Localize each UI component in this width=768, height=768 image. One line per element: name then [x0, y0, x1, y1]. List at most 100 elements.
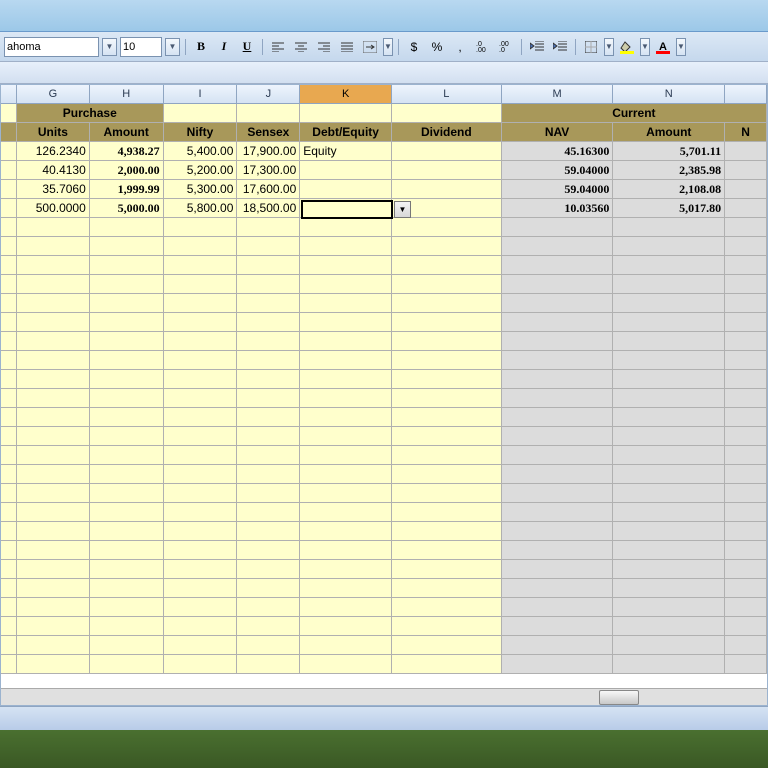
- cell[interactable]: [17, 560, 90, 579]
- cell[interactable]: [725, 389, 767, 408]
- cell[interactable]: [17, 484, 90, 503]
- cell[interactable]: [90, 465, 164, 484]
- cell[interactable]: [392, 427, 502, 446]
- cell[interactable]: [392, 256, 502, 275]
- cell[interactable]: [392, 617, 502, 636]
- decrease-decimal-button[interactable]: .00.0: [496, 37, 516, 57]
- cell[interactable]: [392, 351, 502, 370]
- cell[interactable]: [1, 218, 17, 237]
- cell[interactable]: [90, 579, 164, 598]
- fill-color-dropdown-icon[interactable]: ▼: [640, 38, 650, 56]
- cell[interactable]: [300, 522, 392, 541]
- cell[interactable]: [300, 161, 392, 180]
- cell[interactable]: [502, 598, 614, 617]
- cell[interactable]: [164, 560, 238, 579]
- cell[interactable]: 59.04000: [502, 161, 614, 180]
- cell[interactable]: [300, 332, 392, 351]
- cell[interactable]: [613, 256, 725, 275]
- cell[interactable]: [164, 465, 238, 484]
- justify-button[interactable]: [337, 37, 357, 57]
- cell[interactable]: 40.4130: [17, 161, 90, 180]
- cell[interactable]: [300, 560, 392, 579]
- cell[interactable]: [164, 313, 238, 332]
- cell[interactable]: 5,701.11: [613, 142, 725, 161]
- cell[interactable]: [725, 237, 767, 256]
- cell[interactable]: [613, 579, 725, 598]
- cell[interactable]: [392, 522, 502, 541]
- cell[interactable]: [1, 617, 17, 636]
- cell[interactable]: [300, 218, 392, 237]
- cell[interactable]: [392, 579, 502, 598]
- cell[interactable]: [300, 484, 392, 503]
- cell[interactable]: [392, 655, 502, 674]
- cell[interactable]: [300, 446, 392, 465]
- cell[interactable]: [300, 636, 392, 655]
- cell[interactable]: [613, 332, 725, 351]
- cell[interactable]: [164, 408, 238, 427]
- cell[interactable]: [1, 541, 17, 560]
- align-right-button[interactable]: [314, 37, 334, 57]
- column-header[interactable]: I: [164, 85, 238, 103]
- column-header[interactable]: H: [90, 85, 164, 103]
- borders-button[interactable]: [581, 37, 601, 57]
- cell[interactable]: [237, 636, 300, 655]
- cell[interactable]: [1, 427, 17, 446]
- cell[interactable]: [237, 427, 300, 446]
- cell[interactable]: [237, 332, 300, 351]
- cell[interactable]: 2,000.00: [90, 161, 164, 180]
- cell[interactable]: [392, 275, 502, 294]
- cell[interactable]: [17, 579, 90, 598]
- cell[interactable]: [1, 275, 17, 294]
- cell[interactable]: [725, 484, 767, 503]
- cell[interactable]: [300, 427, 392, 446]
- cell[interactable]: [90, 484, 164, 503]
- cell[interactable]: [725, 351, 767, 370]
- cell[interactable]: [300, 655, 392, 674]
- cell[interactable]: [17, 408, 90, 427]
- cell[interactable]: [613, 503, 725, 522]
- cell[interactable]: [300, 370, 392, 389]
- cell[interactable]: [392, 180, 502, 199]
- cell[interactable]: [90, 503, 164, 522]
- cell[interactable]: [1, 446, 17, 465]
- cell[interactable]: [17, 522, 90, 541]
- cell[interactable]: [90, 655, 164, 674]
- cell[interactable]: [164, 389, 238, 408]
- cell[interactable]: [90, 351, 164, 370]
- fill-color-button[interactable]: [617, 37, 637, 57]
- cell[interactable]: [725, 332, 767, 351]
- cell[interactable]: [90, 332, 164, 351]
- cell[interactable]: [17, 427, 90, 446]
- cell[interactable]: 5,800.00: [164, 199, 238, 218]
- currency-button[interactable]: $: [404, 37, 424, 57]
- cell[interactable]: Amount: [613, 123, 725, 142]
- font-size-dropdown-icon[interactable]: ▼: [165, 38, 180, 56]
- cell[interactable]: [300, 104, 392, 123]
- cell[interactable]: [502, 522, 614, 541]
- cell[interactable]: [237, 104, 300, 123]
- cell[interactable]: [164, 617, 238, 636]
- cell[interactable]: [90, 256, 164, 275]
- cell[interactable]: [1, 579, 17, 598]
- font-color-button[interactable]: A: [653, 37, 673, 57]
- cell[interactable]: [392, 294, 502, 313]
- cell[interactable]: [1, 408, 17, 427]
- cell[interactable]: [237, 484, 300, 503]
- cell[interactable]: [17, 636, 90, 655]
- cell[interactable]: [164, 579, 238, 598]
- cell[interactable]: [90, 218, 164, 237]
- cell[interactable]: [90, 370, 164, 389]
- cell[interactable]: [613, 617, 725, 636]
- cell[interactable]: [392, 465, 502, 484]
- cell[interactable]: 2,385.98: [613, 161, 725, 180]
- cell[interactable]: [237, 351, 300, 370]
- cell[interactable]: [237, 256, 300, 275]
- cell[interactable]: [237, 560, 300, 579]
- cell[interactable]: 2,108.08: [613, 180, 725, 199]
- cell[interactable]: Purchase: [17, 104, 164, 123]
- cell[interactable]: [392, 161, 502, 180]
- cell[interactable]: Current: [502, 104, 767, 123]
- cell[interactable]: [613, 218, 725, 237]
- cell[interactable]: [237, 389, 300, 408]
- cell[interactable]: [90, 541, 164, 560]
